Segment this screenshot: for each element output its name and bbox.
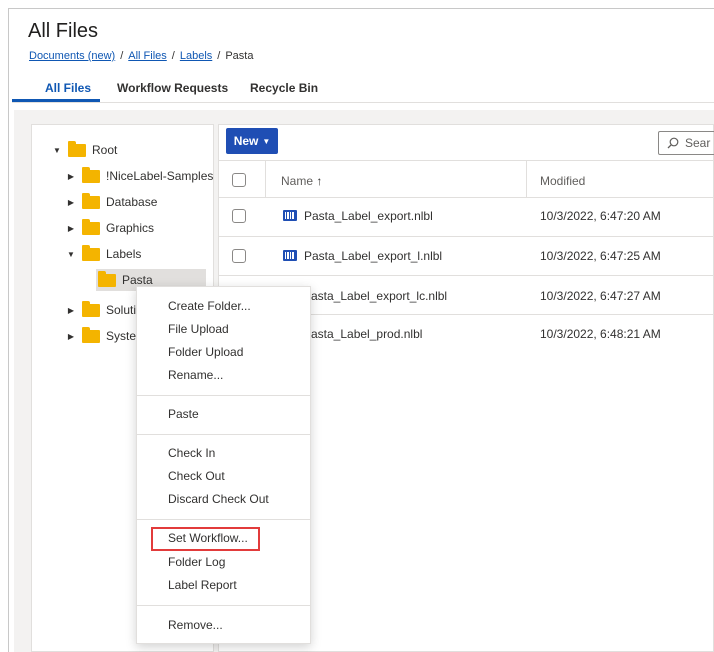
file-modified: 10/3/2022, 6:47:27 AM <box>540 289 661 303</box>
breadcrumb: Documents (new) / All Files / Labels / Pasta <box>29 50 253 62</box>
menu-item-label-report[interactable]: Label Report <box>168 578 237 592</box>
folder-icon <box>82 326 100 343</box>
label-file-icon <box>283 210 297 221</box>
column-header-name-label: Name <box>281 174 314 188</box>
highlight-box <box>151 527 260 551</box>
file-modified: 10/3/2022, 6:47:25 AM <box>540 249 661 263</box>
breadcrumb-current: Pasta <box>225 50 254 62</box>
tree-item-graphics[interactable]: ▶ Graphics <box>66 217 154 239</box>
breadcrumb-separator: / <box>120 50 124 62</box>
menu-item-paste[interactable]: Paste <box>168 407 199 421</box>
file-modified: 10/3/2022, 6:48:21 AM <box>540 327 661 341</box>
tree-item-solutions[interactable]: ▶ Solutio <box>66 299 143 321</box>
menu-divider <box>137 395 310 396</box>
file-name[interactable]: asta_Label_export_lc.nlbl <box>311 289 447 303</box>
file-name[interactable]: asta_Label_prod.nlbl <box>311 327 422 341</box>
row-checkbox[interactable] <box>232 249 246 263</box>
row-divider <box>219 236 714 237</box>
menu-item-folder-log[interactable]: Folder Log <box>168 555 225 569</box>
expand-right-icon[interactable]: ▶ <box>66 224 76 233</box>
breadcrumb-separator: / <box>171 50 175 62</box>
tree-item-labels[interactable]: ▼ Labels <box>66 243 141 265</box>
file-modified: 10/3/2022, 6:47:20 AM <box>540 209 661 223</box>
menu-item-check-in[interactable]: Check In <box>168 446 215 460</box>
tab-bar: All Files Workflow Requests Recycle Bin <box>12 73 714 103</box>
page-title: All Files <box>28 20 99 42</box>
menu-item-file-upload[interactable]: File Upload <box>168 322 229 336</box>
tree-item-label: !NiceLabel-Samples <box>106 169 214 183</box>
breadcrumb-separator: / <box>217 50 221 62</box>
folder-icon <box>82 166 100 183</box>
column-divider <box>526 160 527 198</box>
menu-item-rename[interactable]: Rename... <box>168 368 223 382</box>
menu-divider <box>137 519 310 520</box>
column-divider <box>265 160 266 198</box>
expand-right-icon[interactable]: ▶ <box>66 198 76 207</box>
tab-all-files[interactable]: All Files <box>45 81 91 95</box>
search-input[interactable]: Sear <box>658 131 714 155</box>
sort-ascending-icon: ↑ <box>316 174 323 188</box>
menu-item-remove[interactable]: Remove... <box>168 618 223 632</box>
row-divider <box>219 275 714 276</box>
breadcrumb-all-files[interactable]: All Files <box>128 50 167 62</box>
select-all-checkbox[interactable] <box>232 173 246 187</box>
tree-item-system[interactable]: ▶ Syster <box>66 325 140 347</box>
menu-item-discard-check-out[interactable]: Discard Check Out <box>168 492 269 506</box>
tree-item-root[interactable]: ▼ Root <box>52 139 117 161</box>
folder-icon <box>82 244 100 261</box>
tree-item-label: Pasta <box>122 273 153 287</box>
expand-right-icon[interactable]: ▶ <box>66 332 76 341</box>
new-button-label: New <box>233 134 259 148</box>
tree-item-database[interactable]: ▶ Database <box>66 191 157 213</box>
tree-item-label: Syster <box>106 329 141 343</box>
tab-workflow-requests[interactable]: Workflow Requests <box>117 81 228 95</box>
folder-icon <box>82 218 100 235</box>
menu-divider <box>137 434 310 435</box>
chevron-down-icon: ▼ <box>262 136 271 146</box>
new-button[interactable]: New ▼ <box>226 128 278 154</box>
tree-item-label: Labels <box>106 247 142 261</box>
column-header-modified[interactable]: Modified <box>540 174 585 188</box>
expand-down-icon[interactable]: ▼ <box>66 250 76 259</box>
folder-icon <box>82 300 100 317</box>
tree-item-label: Database <box>106 195 158 209</box>
menu-item-check-out[interactable]: Check Out <box>168 469 225 483</box>
file-name[interactable]: Pasta_Label_export.nlbl <box>304 209 433 223</box>
expand-right-icon[interactable]: ▶ <box>66 172 76 181</box>
menu-item-create-folder[interactable]: Create Folder... <box>168 299 251 313</box>
menu-item-folder-upload[interactable]: Folder Upload <box>168 345 243 359</box>
folder-icon <box>98 270 116 287</box>
breadcrumb-labels[interactable]: Labels <box>180 50 212 62</box>
label-file-icon <box>283 250 297 261</box>
active-tab-indicator <box>12 99 100 102</box>
column-header-name[interactable]: Name ↑ <box>281 174 322 188</box>
expand-down-icon[interactable]: ▼ <box>52 146 62 155</box>
menu-divider <box>137 605 310 606</box>
folder-icon <box>68 140 86 157</box>
file-name[interactable]: Pasta_Label_export_l.nlbl <box>304 249 442 263</box>
breadcrumb-documents[interactable]: Documents (new) <box>29 50 115 62</box>
expand-right-icon[interactable]: ▶ <box>66 306 76 315</box>
search-icon <box>667 137 679 149</box>
search-placeholder: Sear <box>685 136 711 150</box>
tree-item-nicelabel-samples[interactable]: ▶ !NiceLabel-Samples <box>66 165 213 187</box>
folder-icon <box>82 192 100 209</box>
tab-recycle-bin[interactable]: Recycle Bin <box>250 81 318 95</box>
tree-item-label: Root <box>92 143 118 157</box>
tree-item-label: Graphics <box>106 221 155 235</box>
row-checkbox[interactable] <box>232 209 246 223</box>
